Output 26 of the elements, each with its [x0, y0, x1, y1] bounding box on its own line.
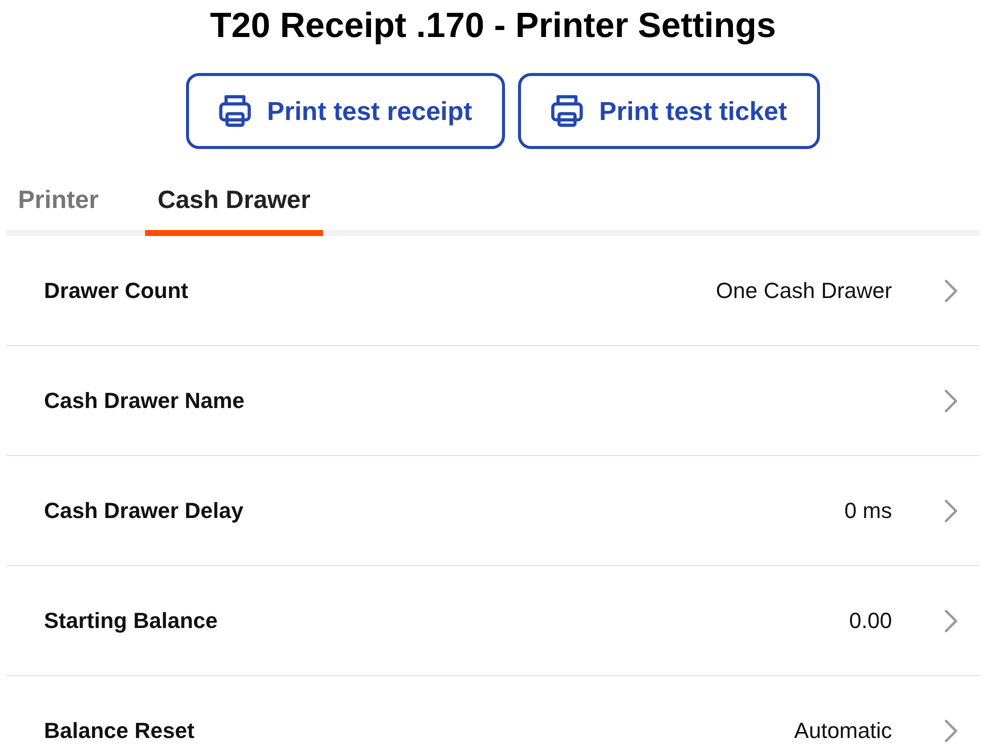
print-test-button[interactable]: Print test receipt [186, 73, 506, 149]
setting-value: Automatic [794, 717, 892, 745]
chevron-right-icon [944, 388, 958, 412]
setting-label: Cash Drawer Name [44, 387, 245, 415]
setting-value: One Cash Drawer [716, 277, 892, 305]
tab[interactable]: Printer [6, 177, 111, 236]
settings-row[interactable]: Drawer Count One Cash Drawer [6, 236, 980, 346]
printer-icon [551, 95, 584, 127]
settings-row[interactable]: Cash Drawer Name [6, 346, 980, 456]
setting-value: 0.00 [849, 607, 892, 635]
settings-row[interactable]: Starting Balance 0.00 [6, 566, 980, 676]
tab[interactable]: Cash Drawer [144, 177, 324, 236]
settings-row[interactable]: Cash Drawer Delay 0 ms [6, 456, 980, 566]
chevron-right-icon [944, 498, 958, 522]
printer-icon [219, 95, 251, 127]
chevron-right-icon [944, 718, 958, 742]
chevron-right-icon [944, 608, 958, 632]
chevron-right-icon [944, 278, 958, 302]
setting-value: 0 ms [844, 497, 892, 525]
setting-label: Starting Balance [44, 607, 218, 635]
print-test-button[interactable]: Print test ticket [518, 73, 820, 149]
setting-label: Cash Drawer Delay [44, 497, 244, 525]
settings-row[interactable]: Balance Reset Automatic [6, 676, 980, 752]
setting-label: Balance Reset [44, 717, 194, 745]
setting-label: Drawer Count [44, 277, 188, 305]
page-title: T20 Receipt .170 - Printer Settings [210, 5, 776, 47]
